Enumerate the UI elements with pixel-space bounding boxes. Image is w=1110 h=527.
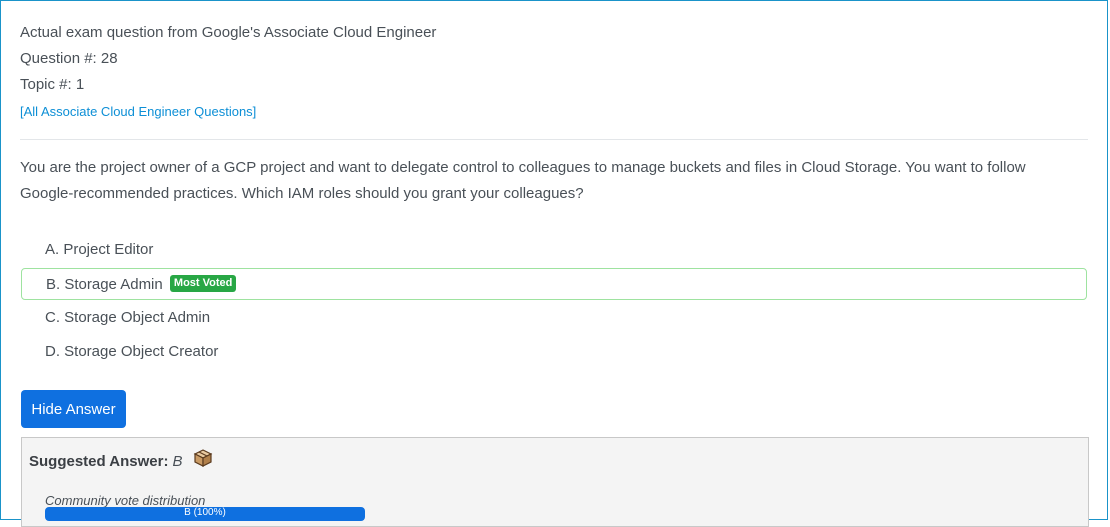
exam-title: Actual exam question from Google's Assoc… [20,24,437,41]
vote-distribution-caption: Community vote distribution [45,493,206,508]
choice-a[interactable]: A. Project Editor [21,234,1087,266]
most-voted-badge: Most Voted [169,274,237,292]
divider [20,139,1088,140]
choice-c[interactable]: C. Storage Object Admin [21,302,1087,334]
question-text: You are the project owner of a GCP proje… [20,159,1026,202]
choice-label: A. Project Editor [45,241,154,258]
suggested-answer-value: B [172,452,183,470]
choice-label: B. Storage Admin [46,276,163,293]
question-header: Actual exam question from Google's Assoc… [20,20,436,119]
question-number: Question #: 28 [20,50,118,67]
vote-bar-fill: B (100%) [45,507,365,521]
hide-answer-button[interactable]: Hide Answer [21,390,126,428]
choice-label: C. Storage Object Admin [45,309,211,326]
all-questions-link[interactable]: [All Associate Cloud Engineer Questions] [20,104,436,119]
topic-number: Topic #: 1 [20,76,85,93]
suggested-answer-label: Suggested Answer: [29,452,169,470]
suggested-answer: Suggested Answer: B [29,448,213,474]
choice-d[interactable]: D. Storage Object Creator [21,336,1087,368]
box-icon[interactable] [193,448,213,472]
choice-b[interactable]: B. Storage Admin Most Voted [21,268,1087,300]
vote-distribution-bar: B (100%) [45,507,365,521]
choice-label: D. Storage Object Creator [45,343,219,360]
